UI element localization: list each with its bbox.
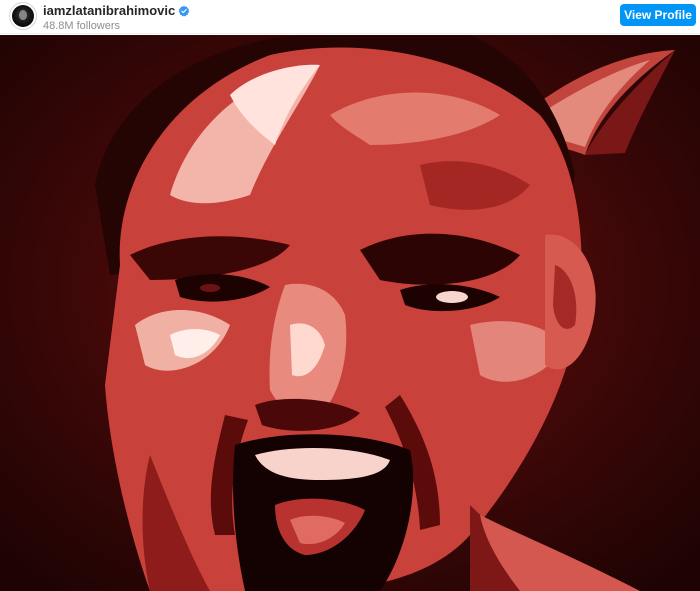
post-header: iamzlatanibrahimovic 48.8M followers Vie… bbox=[0, 0, 700, 34]
devil-illustration bbox=[0, 35, 700, 591]
view-profile-button[interactable]: View Profile bbox=[620, 4, 696, 26]
username-row: iamzlatanibrahimovic bbox=[43, 3, 190, 18]
user-info: iamzlatanibrahimovic 48.8M followers bbox=[43, 3, 190, 32]
instagram-embed: iamzlatanibrahimovic 48.8M followers Vie… bbox=[0, 0, 700, 591]
follower-count: 48.8M followers bbox=[43, 20, 121, 32]
profile-avatar[interactable] bbox=[9, 2, 37, 30]
username-link[interactable]: iamzlatanibrahimovic bbox=[43, 3, 175, 18]
post-image[interactable] bbox=[0, 35, 700, 591]
avatar-image bbox=[12, 5, 34, 27]
verified-badge-icon bbox=[178, 5, 190, 16]
